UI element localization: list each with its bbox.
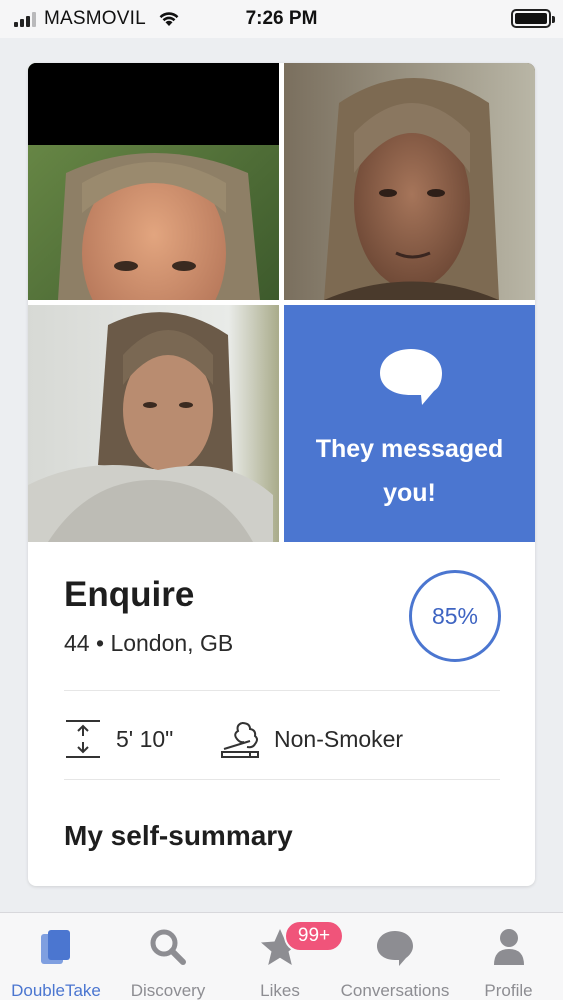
messaged-you-tile[interactable]: They messaged you! <box>284 305 535 542</box>
detail-smoking: Non-Smoker <box>220 719 403 759</box>
messaged-you-text: They messaged you! <box>315 435 504 507</box>
tab-likes[interactable]: Likes 99+ <box>224 913 344 1000</box>
photo-1-image <box>28 63 279 300</box>
person-icon <box>493 929 524 965</box>
divider <box>64 690 500 691</box>
tab-label: Likes <box>260 981 300 1000</box>
smoking-icon <box>221 722 259 758</box>
tab-conversations[interactable]: Conversations <box>336 913 454 1000</box>
status-time: 7:26 PM <box>245 8 318 29</box>
profile-name: Enquire <box>64 575 195 614</box>
section-title-self-summary: My self-summary <box>64 820 293 851</box>
tab-label: DoubleTake <box>11 981 101 1000</box>
tab-label: Profile <box>484 981 533 1000</box>
profile-photo-2[interactable] <box>284 63 535 300</box>
status-bar: MASMOVIL 7:26 PM <box>0 0 563 38</box>
smoking-value: Non-Smoker <box>274 725 404 752</box>
tab-bar: DoubleTake Discovery Likes 99+ Conversat… <box>0 912 563 1000</box>
divider <box>64 779 500 780</box>
profile-photo-3[interactable] <box>28 305 279 542</box>
search-icon <box>150 929 186 965</box>
tab-doubletake[interactable]: DoubleTake <box>0 913 112 1000</box>
profile-age: 44 <box>64 630 90 656</box>
profile-location: London, GB <box>110 630 234 656</box>
photo-2-image <box>284 63 535 300</box>
photo-3-image <box>28 305 279 542</box>
cards-icon <box>41 930 70 964</box>
chat-bubble-icon <box>377 931 413 966</box>
tab-discovery[interactable]: Discovery <box>112 913 224 1000</box>
height-icon <box>66 720 100 758</box>
speech-bubble-icon <box>380 349 442 405</box>
tab-label: Discovery <box>130 981 206 1000</box>
profile-card[interactable]: They messaged you! Enquire 44 • London, … <box>28 63 535 886</box>
height-value: 5' 10" <box>116 725 174 752</box>
tab-label: Conversations <box>340 981 450 1000</box>
match-percentage-badge[interactable]: 85% <box>409 570 501 662</box>
tab-profile[interactable]: Profile <box>454 913 563 1000</box>
likes-count-badge: 99+ <box>284 920 344 952</box>
profile-photo-1[interactable] <box>28 63 279 300</box>
profile-meta: 44 • London, GB <box>64 630 233 657</box>
meta-separator: • <box>95 630 105 656</box>
battery-icon <box>511 9 555 28</box>
detail-height: 5' 10" <box>64 719 173 759</box>
